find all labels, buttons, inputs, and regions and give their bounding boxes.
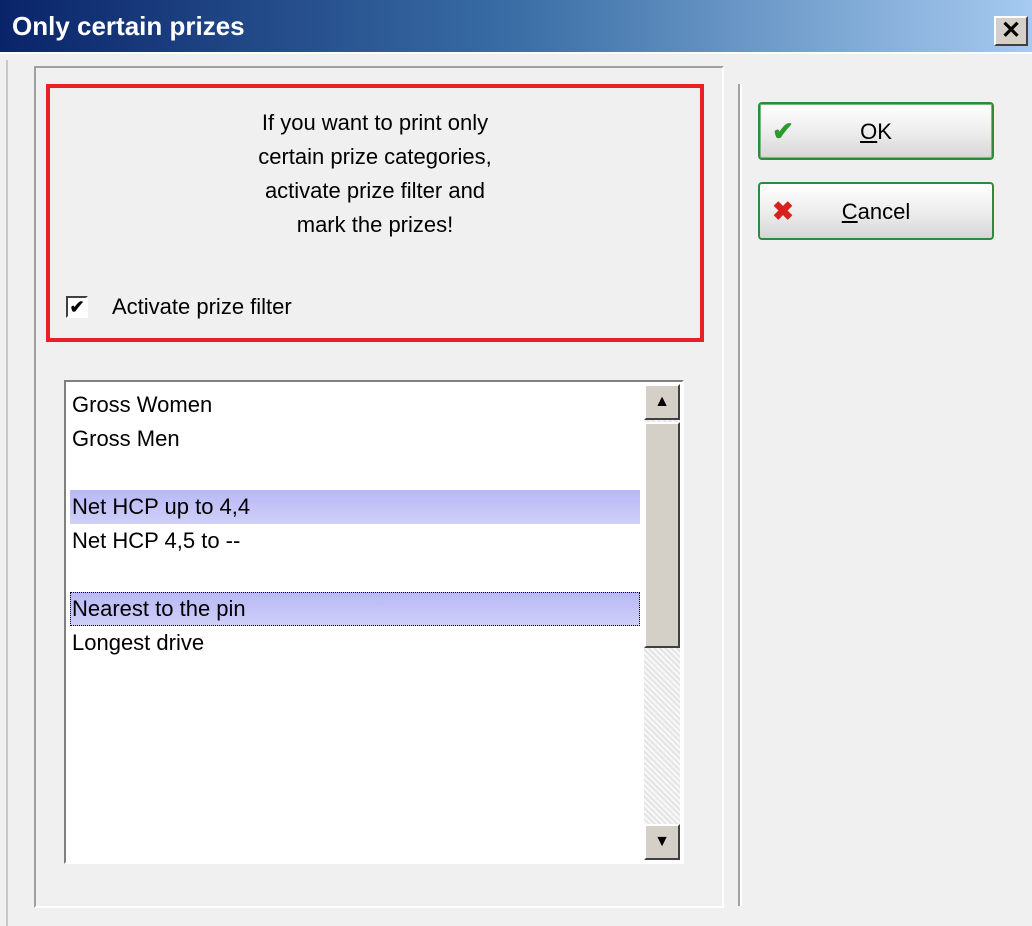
activate-filter-label[interactable]: Activate prize filter [112,294,292,320]
cancel-button[interactable]: ✖ Cancel [758,182,994,240]
close-icon: ✕ [1000,17,1022,44]
list-item[interactable]: Longest drive [70,626,640,660]
ok-button-label: OK [810,118,942,146]
activate-filter-checkbox[interactable]: ✔ [66,296,88,318]
checkmark-icon: ✔ [69,297,85,317]
title-bar: Only certain prizes ✕ [0,0,1032,52]
cancel-label-rest: ancel [857,199,911,224]
info-line: If you want to print only [261,110,489,135]
list-item[interactable]: Net HCP 4,5 to -- [70,524,640,558]
panel-divider [738,84,742,906]
ok-button[interactable]: ✔ OK [758,102,994,160]
window-title: Only certain prizes [12,11,245,41]
client-top-edge [0,52,1032,54]
info-text: If you want to print only certain prize … [50,106,700,242]
info-line: certain prize categories, [258,144,492,169]
list-item[interactable] [70,558,640,592]
list-item[interactable]: Net HCP up to 4,4 [70,490,640,524]
ok-mnemonic: O [860,119,878,144]
cross-icon: ✖ [772,196,794,226]
info-box: If you want to print only certain prize … [46,84,704,342]
cancel-button-label: Cancel [810,198,942,226]
list-item[interactable]: Gross Men [70,422,640,456]
prize-list[interactable]: Gross Women Gross Men Net HCP up to 4,4 Net… [68,384,642,860]
vertical-scrollbar[interactable]: ▲ ▼ [644,384,680,860]
check-icon: ✔ [772,116,794,146]
arrow-down-icon: ▼ [654,833,670,850]
scroll-thumb[interactable] [644,422,680,648]
list-item[interactable]: Gross Women [70,388,640,422]
prize-listbox[interactable]: Gross Women Gross Men Net HCP up to 4,4 Net… [64,380,684,864]
scroll-up-button[interactable]: ▲ [644,384,680,420]
arrow-up-icon: ▲ [654,393,670,410]
close-button[interactable]: ✕ [994,16,1028,46]
scroll-down-button[interactable]: ▼ [644,824,680,860]
window-left-edge [6,60,8,926]
info-line: activate prize filter and [264,178,486,203]
list-item[interactable] [70,456,640,490]
cancel-mnemonic: C [841,199,858,224]
info-line: mark the prizes! [296,212,454,237]
ok-label-rest: K [877,119,892,144]
activate-filter-checkbox-row[interactable]: ✔ Activate prize filter [66,294,292,320]
list-item[interactable]: Nearest to the pin [70,592,640,626]
